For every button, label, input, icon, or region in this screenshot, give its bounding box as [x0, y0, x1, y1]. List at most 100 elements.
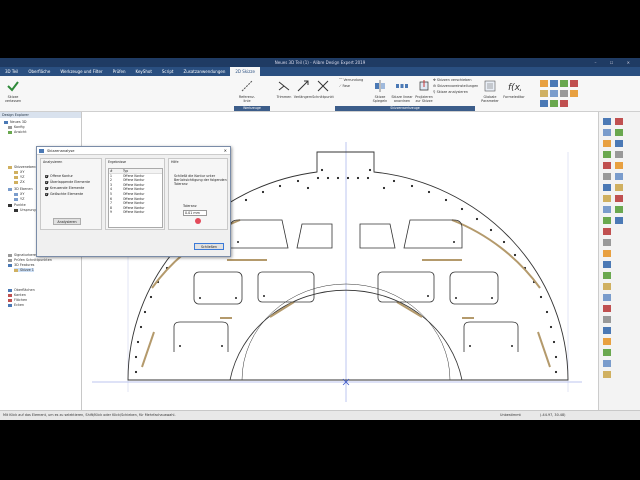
tree-item[interactable]: Ansicht — [8, 130, 27, 134]
pocket[interactable] — [193, 271, 243, 305]
straight-slot[interactable] — [537, 331, 551, 368]
analyze-tool-icon[interactable] — [603, 338, 611, 345]
tree-item[interactable]: Flächen — [8, 298, 27, 302]
project-tool-icon[interactable] — [603, 327, 611, 334]
extend-tool-icon[interactable] — [603, 316, 611, 323]
tab-script[interactable]: Script — [157, 67, 179, 76]
pocket[interactable] — [296, 223, 333, 249]
arched-slot[interactable] — [451, 219, 541, 289]
tab-werkzeuge-filter[interactable]: Werkzeuge und Filter — [55, 67, 107, 76]
tree-item[interactable]: 3D Features — [8, 263, 34, 267]
quick-tool-icon[interactable] — [550, 100, 558, 107]
pocket[interactable] — [359, 223, 396, 249]
checkbox[interactable] — [45, 174, 48, 178]
tree-item[interactable]: Konfig — [8, 125, 25, 129]
fillet-tool-icon[interactable] — [603, 294, 611, 301]
constraint-icon[interactable] — [615, 184, 623, 191]
constraint-icon[interactable] — [615, 162, 623, 169]
tree-item[interactable]: Oberflächen — [8, 288, 35, 292]
rectangle-tool-icon[interactable] — [603, 140, 611, 147]
polyline-tool-icon[interactable] — [603, 129, 611, 136]
check-overlapping[interactable]: Überlappende Elemente — [45, 180, 90, 184]
check-crossing[interactable]: Kreuzende Elemente — [45, 186, 84, 190]
list-item[interactable]: 9 Offene Kontur — [109, 210, 162, 215]
quick-tool-icon[interactable] — [560, 90, 568, 97]
extend-button[interactable]: Verlängern — [292, 78, 314, 108]
tree-item[interactable]: Punkte — [8, 203, 26, 207]
intersection-button[interactable]: Schnittpunkt — [312, 78, 334, 108]
analyze-sketch-item[interactable]: ⚲ Skizze analysieren — [433, 90, 468, 95]
pocket[interactable] — [257, 271, 315, 303]
move-sketch-item[interactable]: ✥ Skizzen verschieben — [433, 78, 472, 83]
line-tool-icon[interactable] — [603, 118, 611, 125]
check-open-contour[interactable]: Offene Kontur — [45, 174, 73, 178]
chamfer-item[interactable]: ⟋ Fase — [339, 84, 350, 89]
pocket[interactable] — [463, 321, 519, 352]
exit-sketch-button[interactable]: Skizze verlassen — [2, 78, 24, 108]
checkbox[interactable] — [45, 192, 48, 196]
tree-item[interactable]: 3D Ebenen — [8, 187, 33, 191]
point-tool-icon[interactable] — [603, 217, 611, 224]
linear-pattern-button[interactable]: Skizze linear anordnen — [391, 78, 413, 108]
quick-tool-icon[interactable] — [570, 80, 578, 87]
constraint-icon[interactable] — [615, 173, 623, 180]
pocket[interactable] — [403, 219, 463, 249]
tree-item[interactable]: YZ — [14, 175, 24, 179]
analyze-button[interactable]: Analysieren — [53, 218, 81, 225]
tree-item[interactable]: YZ — [14, 197, 24, 201]
sketch-settings-item[interactable]: ⚙ Skizzenvoreinstellungen — [433, 84, 478, 89]
tree-item[interactable]: Kanten — [8, 293, 26, 297]
tree-item[interactable]: Ursprung — [14, 208, 36, 212]
results-list[interactable]: # Typ 1 Offene Kontur 2 Offene Kontur 3 Offe… — [108, 168, 163, 228]
slot-tool-icon[interactable] — [603, 206, 611, 213]
tree-item[interactable]: XY — [14, 170, 24, 174]
ellipse-tool-icon[interactable] — [603, 184, 611, 191]
text-tool-icon[interactable] — [603, 228, 611, 235]
tree-item-selected[interactable]: Skizze 1 — [14, 268, 34, 272]
quick-tool-icon[interactable] — [560, 100, 568, 107]
quick-tool-icon[interactable] — [540, 100, 548, 107]
pattern-tool-icon[interactable] — [603, 283, 611, 290]
reference-line-button[interactable]: Referenz-linie — [236, 78, 258, 108]
window-controls[interactable]: – ☐ ✕ — [595, 58, 636, 67]
global-parameters-button[interactable]: Globale Parameter — [479, 78, 501, 108]
tab-pruefen[interactable]: Prüfen — [108, 67, 131, 76]
tab-3d-teil[interactable]: 3D Teil — [0, 67, 23, 76]
zoom-tool-icon[interactable] — [603, 371, 611, 378]
constraint-icon[interactable] — [615, 151, 623, 158]
tree-item[interactable]: ZX — [14, 180, 25, 184]
close-icon[interactable]: ✕ — [224, 147, 227, 155]
tree-item[interactable]: Prüfen Schnittpunkten — [8, 258, 52, 262]
tab-zusatzanwendungen[interactable]: Zusatzanwendungen — [179, 67, 231, 76]
mirror-sketch-button[interactable]: Skizze Spiegeln — [369, 78, 391, 108]
quick-tool-icon[interactable] — [540, 80, 548, 87]
circle-tool-icon[interactable] — [603, 151, 611, 158]
project-to-sketch-button[interactable]: Projizieren zur Skizze — [413, 78, 435, 108]
arc-tool-icon[interactable] — [603, 162, 611, 169]
pocket[interactable] — [377, 271, 435, 303]
tree-item[interactable]: Neues 3D — [4, 120, 26, 124]
tab-keyshot[interactable]: KeyShot — [131, 67, 157, 76]
fillet-item[interactable]: ⌒ Verrundung — [339, 78, 363, 83]
tab-oberflaeche[interactable]: Oberfläche — [23, 67, 55, 76]
tolerance-input[interactable]: 0.01 mm — [183, 210, 207, 216]
quick-tool-icon[interactable] — [560, 80, 568, 87]
trim-tool-icon[interactable] — [603, 305, 611, 312]
pocket[interactable] — [229, 219, 289, 249]
tree-item[interactable]: XY — [14, 192, 24, 196]
constraint-icon[interactable] — [615, 140, 623, 147]
constraint-icon[interactable] — [615, 129, 623, 136]
view-tool-icon[interactable] — [603, 360, 611, 367]
tab-2d-skizze[interactable]: 2D Skizze — [230, 67, 260, 76]
quick-tool-icon[interactable] — [550, 80, 558, 87]
quick-tool-icon[interactable] — [550, 90, 558, 97]
constraint-icon[interactable] — [615, 195, 623, 202]
tree-item[interactable]: Ecken — [8, 303, 24, 307]
pocket[interactable] — [449, 271, 499, 305]
spline-tool-icon[interactable] — [603, 173, 611, 180]
settings-tool-icon[interactable] — [603, 349, 611, 356]
constraint-icon[interactable] — [615, 217, 623, 224]
quick-tool-icon[interactable] — [570, 90, 578, 97]
checkbox[interactable] — [45, 180, 48, 184]
mirror-tool-icon[interactable] — [603, 272, 611, 279]
